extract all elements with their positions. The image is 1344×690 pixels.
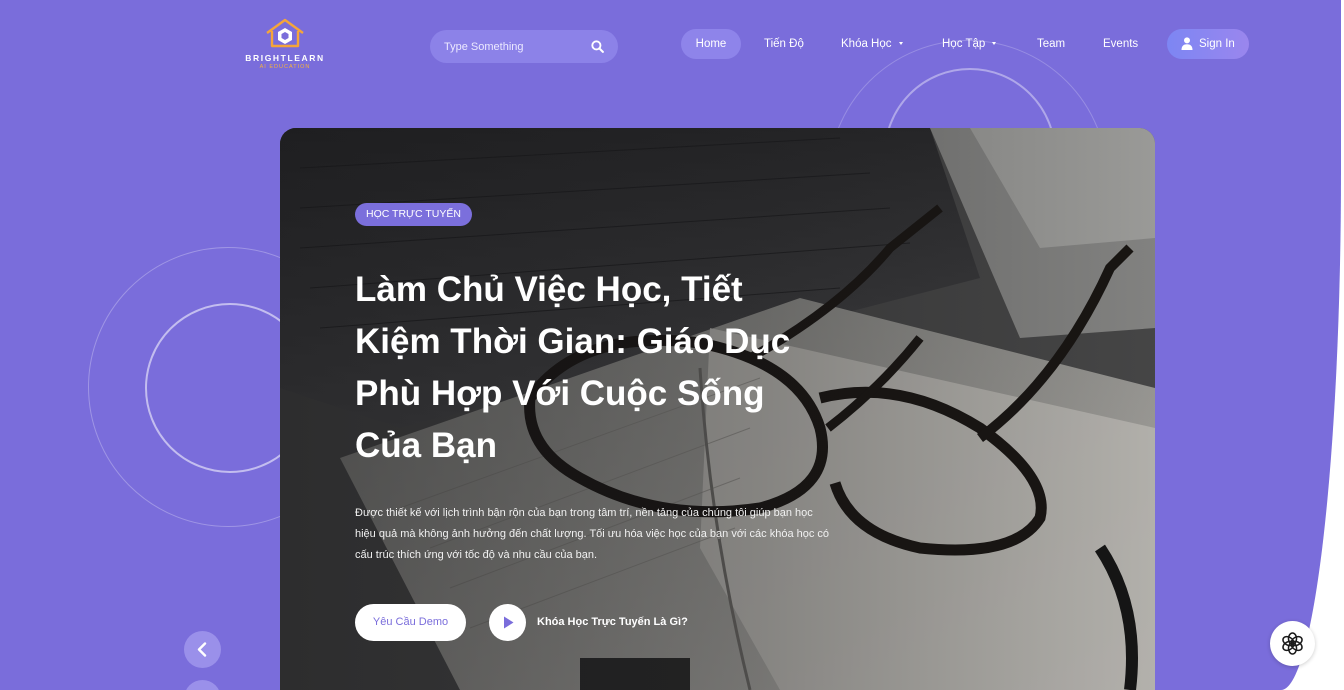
search-bar: [430, 30, 618, 63]
nav-item-hoc-tap[interactable]: Học Tập: [942, 29, 997, 59]
nav-item-team[interactable]: Team: [1037, 29, 1065, 59]
nav-item-label: Khóa Học: [841, 38, 892, 50]
play-video-button[interactable]: [489, 604, 526, 641]
chevron-down-icon: [898, 42, 903, 46]
hero-description: Được thiết kế với lịch trình bận rộn của…: [355, 507, 830, 561]
nav-item-tien-do[interactable]: Tiến Độ: [764, 29, 804, 59]
hero-banner: HỌC TRỰC TUYẾN Làm Chủ Việc Học, Tiết Ki…: [280, 128, 1155, 690]
nav-item-events[interactable]: Events: [1103, 29, 1138, 59]
sign-in-label: Sign In: [1199, 38, 1235, 50]
play-icon: [504, 616, 514, 629]
user-icon: [1181, 37, 1193, 50]
search-input[interactable]: [444, 30, 584, 63]
video-link-label[interactable]: Khóa Học Trực Tuyến Là Gì?: [537, 604, 688, 641]
search-icon[interactable]: [591, 40, 604, 53]
request-demo-button[interactable]: Yêu Cầu Demo: [355, 604, 466, 641]
brand-tagline: AI EDUCATION: [259, 64, 311, 70]
chevron-down-icon: [992, 42, 997, 46]
chevron-left-icon: [197, 642, 207, 657]
nav-item-label: Team: [1037, 38, 1066, 50]
nav-item-label: Học Tập: [942, 38, 986, 50]
nav-item-label: Events: [1103, 38, 1139, 50]
sign-in-button[interactable]: Sign In: [1167, 29, 1249, 59]
hero-title: Làm Chủ Việc Học, Tiết Kiệm Thời Gian: G…: [355, 270, 791, 465]
nav-item-home[interactable]: Home: [681, 29, 741, 59]
nav-item-label: Home: [695, 38, 727, 50]
nav-item-khoa-hoc[interactable]: Khóa Học: [841, 29, 903, 59]
brand-logo[interactable]: BRIGHTLEARN AI EDUCATION: [245, 18, 325, 74]
chat-assistant-button[interactable]: [1270, 621, 1315, 666]
chat-assistant-icon: [1282, 632, 1303, 655]
slider-prev-button[interactable]: [184, 631, 221, 668]
nav-item-label: Tiến Độ: [764, 38, 804, 50]
house-hexagon-logo-icon: [266, 18, 304, 48]
category-badge: HỌC TRỰC TUYẾN: [355, 203, 472, 226]
brand-name: BRIGHTLEARN: [245, 53, 325, 63]
